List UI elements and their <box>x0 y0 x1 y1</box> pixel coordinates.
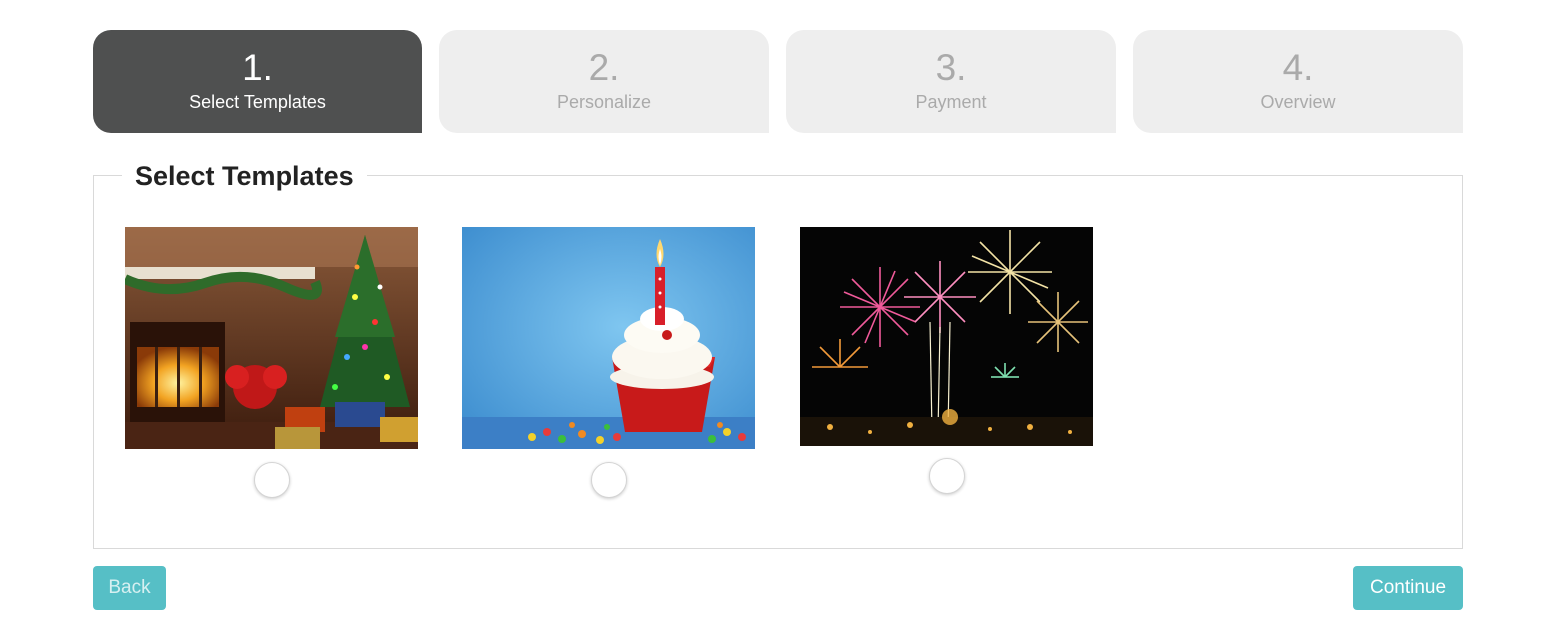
step-label: Overview <box>1260 92 1336 112</box>
template-card-christmas[interactable] <box>125 227 418 498</box>
step-label: Personalize <box>556 92 652 112</box>
step-number: 2. <box>588 47 620 88</box>
step-select-templates[interactable]: 1. Select Templates <box>93 30 422 133</box>
template-card-birthday[interactable] <box>462 227 755 498</box>
step-number: 4. <box>1282 47 1314 88</box>
template-radio-fireworks[interactable] <box>929 458 965 494</box>
step-payment[interactable]: 3. Payment <box>786 30 1116 133</box>
progress-steps: 1. Select Templates 2. Personalize 3. Pa… <box>93 30 1463 133</box>
step-label: Payment <box>915 92 987 112</box>
christmas-image[interactable] <box>125 227 418 449</box>
birthday-cupcake-image[interactable] <box>462 227 755 449</box>
continue-button[interactable]: Continue <box>1353 566 1463 610</box>
fireworks-image[interactable] <box>800 227 1093 446</box>
step-overview[interactable]: 4. Overview <box>1133 30 1463 133</box>
back-button[interactable]: Back <box>93 566 166 610</box>
template-radio-christmas[interactable] <box>254 462 290 498</box>
step-label: Select Templates <box>189 92 326 112</box>
step-number: 3. <box>935 47 967 88</box>
template-radio-birthday[interactable] <box>591 462 627 498</box>
step-personalize[interactable]: 2. Personalize <box>439 30 769 133</box>
section-title: Select Templates <box>122 158 367 194</box>
template-card-fireworks[interactable] <box>800 227 1093 497</box>
step-number: 1. <box>242 47 273 88</box>
